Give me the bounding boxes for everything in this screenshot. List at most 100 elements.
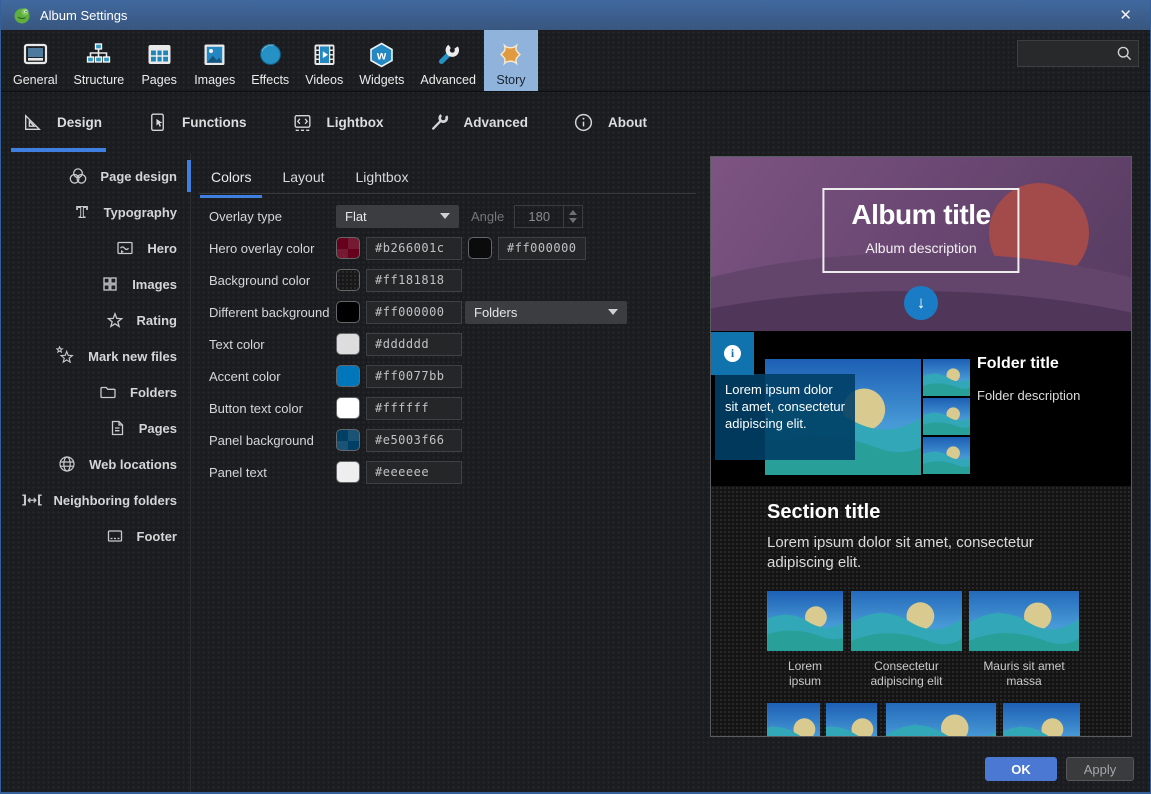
chevron-down-icon (440, 213, 450, 219)
tab-lightbox-sub[interactable]: Lightbox (354, 169, 411, 185)
functions-icon (146, 111, 169, 134)
close-icon[interactable]: ✕ (1113, 6, 1138, 25)
star-badge-icon (55, 346, 77, 366)
thumbnail-image[interactable] (886, 703, 996, 737)
background-color-row: Background color #ff181818 (209, 264, 710, 296)
step-down-icon[interactable] (569, 218, 577, 223)
different-background-row: Different background #ff000000 Folders (209, 296, 710, 328)
button-text-color-swatch[interactable] (336, 397, 360, 419)
sidebar-item-label: Pages (139, 421, 177, 436)
button-text-color-hex-field[interactable]: #ffffff (366, 397, 462, 420)
overlay-type-select[interactable]: Flat (336, 205, 459, 228)
toolbar-item-pages[interactable]: Pages (132, 30, 186, 91)
text-color-hex-field[interactable]: #dddddd (366, 333, 462, 356)
images-icon (200, 39, 229, 71)
preview-section: Section title Lorem ipsum dolor sit amet… (711, 486, 1131, 736)
step-up-icon[interactable] (569, 210, 577, 215)
mini-thumbnail (923, 359, 970, 396)
sidebar-item-typography[interactable]: T Typography (1, 194, 190, 230)
accent-color-hex-field[interactable]: #ff0077bb (366, 365, 462, 388)
sidebar-item-web-locations[interactable]: Web locations (1, 446, 190, 482)
tab-label: Lightbox (327, 115, 384, 130)
panel-text-swatch[interactable] (336, 461, 360, 483)
sidebar-item-label: Web locations (89, 457, 177, 472)
settings-sidebar: Page design T Typography Hero Images Rat… (1, 153, 191, 792)
toolbar-item-videos[interactable]: Videos (297, 30, 351, 91)
sidebar-item-page-design[interactable]: Page design (1, 158, 190, 194)
tab-lightbox[interactable]: Lightbox (291, 92, 384, 153)
neighboring-folders-icon: ]↔[ (21, 490, 43, 510)
text-color-swatch[interactable] (336, 333, 360, 355)
thumbnail-item[interactable]: Mauris sit amet massa (969, 591, 1079, 690)
album-title-box: Album title Album description (822, 188, 1019, 273)
toolbar-item-story[interactable]: Story (484, 30, 538, 91)
different-background-swatch[interactable] (336, 301, 360, 323)
panel-background-hex-field[interactable]: #e5003f66 (366, 429, 462, 452)
angle-stepper[interactable]: 180 (514, 205, 583, 228)
accent-color-row: Accent color #ff0077bb (209, 360, 710, 392)
color-tabs: Colors Layout Lightbox (191, 153, 710, 194)
album-preview: Album title Album description ↓ i Lorem … (710, 156, 1132, 737)
toolbar-item-effects[interactable]: Effects (243, 30, 297, 91)
sidebar-item-images[interactable]: Images (1, 266, 190, 302)
panel-background-swatch[interactable] (336, 429, 360, 451)
active-tab-underline (11, 148, 106, 152)
thumbnail-item[interactable]: Consectetur adipiscing elit (851, 591, 962, 690)
sidebar-item-neighboring-folders[interactable]: ]↔[ Neighboring folders (1, 482, 190, 518)
background-swatch[interactable] (336, 269, 360, 291)
panel-text-hex-field[interactable]: #eeeeee (366, 461, 462, 484)
sidebar-item-pages[interactable]: Pages (1, 410, 190, 446)
tab-design[interactable]: Design (21, 92, 102, 153)
tab-layout[interactable]: Layout (280, 169, 326, 185)
info-button[interactable]: i (711, 332, 754, 375)
widgets-icon: w (367, 39, 396, 71)
background-color-label: Background color (209, 273, 336, 288)
thumbnail-caption: Mauris sit amet massa (974, 659, 1074, 690)
sidebar-item-rating[interactable]: Rating (1, 302, 190, 338)
accent-color-swatch[interactable] (336, 365, 360, 387)
hero-overlay-swatch-2[interactable] (468, 237, 492, 259)
tab-colors[interactable]: Colors (209, 169, 253, 185)
search-box[interactable] (1017, 40, 1139, 67)
design-icon (21, 111, 44, 134)
search-input[interactable] (1018, 47, 1116, 61)
scroll-down-button[interactable]: ↓ (904, 286, 938, 320)
sidebar-item-footer[interactable]: Footer (1, 518, 190, 554)
sidebar-item-folders[interactable]: Folders (1, 374, 190, 410)
mini-thumbnail (923, 398, 970, 435)
main-toolbar: General Structure Pages Images Effects V… (1, 30, 1150, 92)
toolbar-item-general[interactable]: General (5, 30, 65, 91)
stepper-buttons[interactable] (563, 206, 582, 227)
hero-overlay-swatch[interactable] (336, 237, 360, 259)
thumbnail-image[interactable] (826, 703, 877, 737)
accent-color-label: Accent color (209, 369, 336, 384)
angle-label: Angle (471, 209, 504, 224)
background-hex-field[interactable]: #ff181818 (366, 269, 462, 292)
thumbnail-item[interactable]: Lorem ipsum (767, 591, 843, 690)
overlay-type-label: Overlay type (209, 209, 336, 224)
hero-overlay-hex-field-2[interactable]: #ff000000 (498, 237, 586, 260)
toolbar-item-images[interactable]: Images (186, 30, 243, 91)
globe-icon (56, 454, 78, 474)
apply-button[interactable]: Apply (1066, 757, 1134, 781)
sidebar-item-label: Hero (147, 241, 177, 256)
thumbnail-image[interactable] (1003, 703, 1080, 737)
story-icon (496, 39, 525, 71)
ok-button[interactable]: OK (985, 757, 1057, 781)
tab-functions[interactable]: Functions (146, 92, 247, 153)
pages-icon (145, 39, 174, 71)
toolbar-item-advanced[interactable]: Advanced (412, 30, 484, 91)
thumbnail-image[interactable] (767, 703, 820, 737)
tab-about[interactable]: About (572, 92, 647, 153)
toolbar-item-structure[interactable]: Structure (65, 30, 132, 91)
different-background-hex-field[interactable]: #ff000000 (366, 301, 462, 324)
effects-icon (256, 39, 285, 71)
toolbar-item-widgets[interactable]: w Widgets (351, 30, 412, 91)
sidebar-item-mark-new-files[interactable]: Mark new files (1, 338, 190, 374)
different-background-select[interactable]: Folders (465, 301, 627, 324)
mini-thumbnail (923, 437, 970, 474)
sidebar-item-hero[interactable]: Hero (1, 230, 190, 266)
svg-text:T: T (76, 203, 88, 222)
hero-overlay-hex-field[interactable]: #b266001c (366, 237, 462, 260)
tab-advanced[interactable]: Advanced (428, 92, 529, 153)
